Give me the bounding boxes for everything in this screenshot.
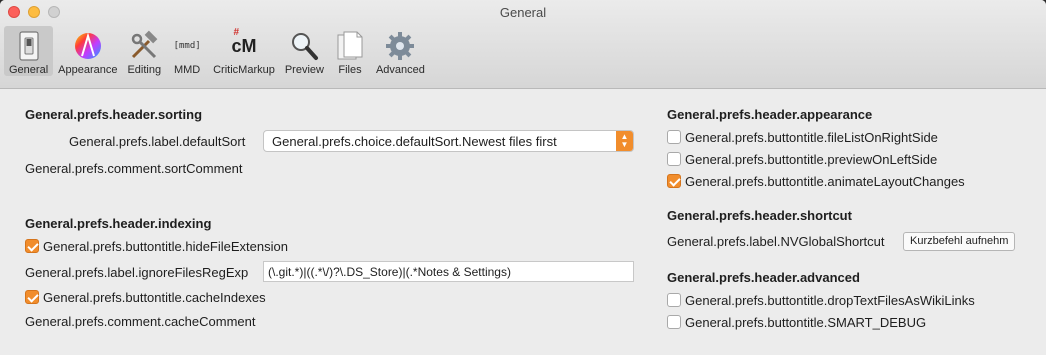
criticmarkup-icon: # cM	[231, 26, 257, 56]
file-list-right-checkbox[interactable]: General.prefs.buttontitle.fileListOnRigh…	[667, 130, 938, 145]
checkbox-checked-icon	[667, 174, 681, 188]
preview-left-checkbox[interactable]: General.prefs.buttontitle.previewOnLeftS…	[667, 152, 937, 167]
checkbox-unchecked-icon	[667, 293, 681, 307]
tab-editing[interactable]: Editing	[122, 26, 166, 76]
preview-left-label: General.prefs.buttontitle.previewOnLeftS…	[685, 152, 938, 167]
mmd-icon-text: [mmd]	[173, 41, 201, 51]
color-wheel-icon	[72, 30, 104, 62]
tab-preview[interactable]: Preview	[280, 26, 329, 76]
gear-icon	[384, 30, 416, 62]
sorting-header: General.prefs.header.sorting	[25, 107, 203, 122]
files-icon	[334, 30, 366, 62]
window-title: General	[499, 5, 547, 20]
advanced-header: General.prefs.header.advanced	[667, 270, 860, 285]
tab-general-label: General	[9, 64, 49, 76]
tab-files[interactable]: Files	[329, 26, 371, 76]
general-pane: General.prefs.header.sorting General.pre…	[0, 89, 1046, 355]
global-shortcut-label: General.prefs.label.NVGlobalShortcut	[667, 234, 885, 249]
checkbox-unchecked-icon	[667, 130, 681, 144]
magnifier-icon	[288, 30, 320, 62]
cache-indexes-checkbox[interactable]: General.prefs.buttontitle.cacheIndexes	[25, 290, 266, 305]
default-sort-popup[interactable]: General.prefs.choice.defaultSort.Newest …	[263, 130, 634, 152]
ignore-files-label: General.prefs.label.ignoreFilesRegExp	[25, 265, 249, 280]
shortcut-header: General.prefs.header.shortcut	[667, 208, 852, 223]
tab-editing-label: Editing	[127, 64, 162, 76]
switch-icon	[13, 30, 45, 62]
cache-indexes-label: General.prefs.buttontitle.cacheIndexes	[43, 290, 266, 305]
appearance-header: General.prefs.header.appearance	[667, 107, 873, 122]
tab-preview-label: Preview	[284, 64, 324, 76]
tab-files-label: Files	[338, 64, 362, 76]
tab-appearance[interactable]: Appearance	[53, 26, 122, 76]
mmd-icon: [mmd]	[171, 30, 203, 62]
default-sort-label: General.prefs.label.defaultSort	[69, 134, 246, 149]
smart-debug-checkbox[interactable]: General.prefs.buttontitle.SMART_DEBUG	[667, 315, 926, 330]
tab-criticmarkup-label: CriticMarkup	[213, 64, 275, 76]
record-shortcut-button[interactable]: Kurzbefehl aufnehm	[903, 232, 1016, 251]
preferences-toolbar: General Appearance Editing [mmd] MMD # c…	[4, 26, 430, 76]
popup-arrows-icon: ▲ ▼	[616, 131, 633, 151]
tab-appearance-label: Appearance	[58, 64, 118, 76]
criticmarkup-icon-text: cM	[231, 35, 257, 56]
tab-advanced[interactable]: Advanced	[371, 26, 430, 76]
animate-layout-label: General.prefs.buttontitle.animateLayoutC…	[685, 174, 965, 189]
tab-general[interactable]: General	[4, 26, 54, 76]
ignore-files-regexp-field[interactable]: (\.git.*)|((.*\/)?\.DS_Store)|(.*Notes &…	[263, 261, 634, 282]
drop-wikilinks-checkbox[interactable]: General.prefs.buttontitle.dropTextFilesA…	[667, 293, 975, 308]
preferences-window: General General Appearance Editing [mmd]…	[0, 0, 1046, 355]
default-sort-value: General.prefs.choice.defaultSort.Newest …	[272, 134, 557, 149]
tab-mmd[interactable]: [mmd] MMD	[166, 26, 208, 76]
cache-comment: General.prefs.comment.cacheComment	[25, 314, 256, 329]
tab-criticmarkup[interactable]: # cM CriticMarkup	[208, 26, 280, 77]
title-bar: General General Appearance Editing [mmd]…	[0, 0, 1046, 89]
animate-layout-checkbox[interactable]: General.prefs.buttontitle.animateLayoutC…	[667, 174, 965, 189]
checkbox-checked-icon	[25, 290, 39, 304]
tools-icon	[128, 30, 160, 62]
checkbox-unchecked-icon	[667, 152, 681, 166]
hide-file-extension-checkbox[interactable]: General.prefs.buttontitle.hideFileExtens…	[25, 239, 288, 254]
checkbox-unchecked-icon	[667, 315, 681, 329]
smart-debug-label: General.prefs.buttontitle.SMART_DEBUG	[685, 315, 927, 330]
hide-file-extension-label: General.prefs.buttontitle.hideFileExtens…	[43, 239, 288, 254]
drop-wikilinks-label: General.prefs.buttontitle.dropTextFilesA…	[685, 293, 975, 308]
indexing-header: General.prefs.header.indexing	[25, 216, 212, 231]
sort-comment: General.prefs.comment.sortComment	[25, 161, 243, 176]
tab-advanced-label: Advanced	[375, 64, 425, 76]
file-list-right-label: General.prefs.buttontitle.fileListOnRigh…	[685, 130, 938, 145]
checkbox-checked-icon	[25, 239, 39, 253]
tab-mmd-label: MMD	[173, 64, 201, 76]
